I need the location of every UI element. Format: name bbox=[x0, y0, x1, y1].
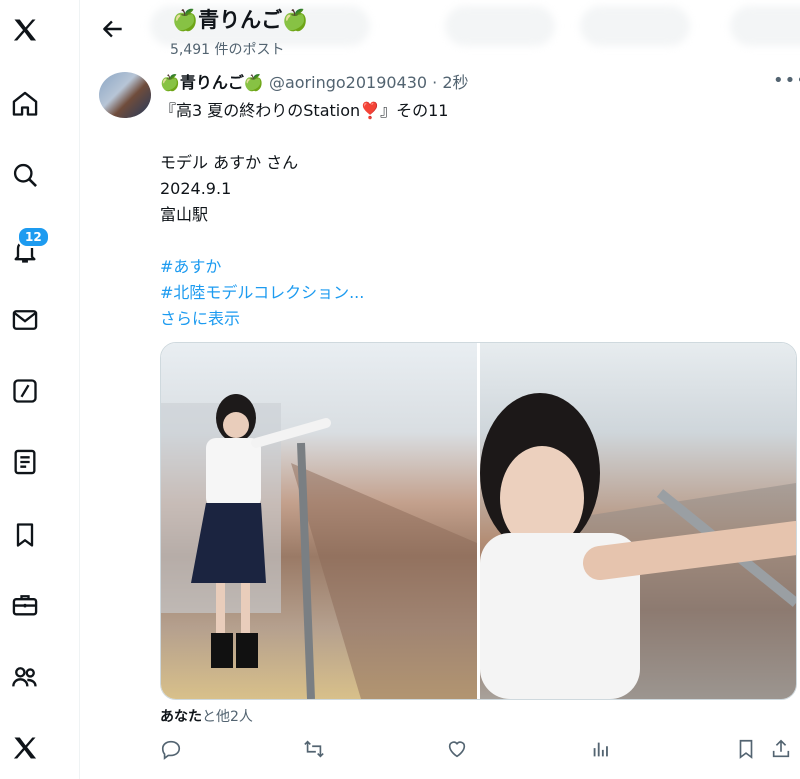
bookmark-icon[interactable] bbox=[735, 738, 759, 762]
back-arrow-icon[interactable] bbox=[100, 16, 126, 42]
reply-icon[interactable] bbox=[160, 738, 184, 762]
more-options-icon[interactable]: ••• bbox=[773, 70, 800, 91]
page-title: 🍏青りんご🍏 bbox=[172, 8, 309, 32]
messages-icon[interactable] bbox=[10, 305, 40, 335]
header-blur bbox=[730, 6, 800, 46]
sidebar-divider bbox=[79, 0, 80, 779]
author-handle-time[interactable]: @aoringo20190430 · 2秒 bbox=[269, 73, 469, 92]
hashtag-link[interactable]: #あすか bbox=[160, 254, 448, 280]
hashtag-link[interactable]: #北陸モデルコレクション... bbox=[160, 280, 448, 306]
tweet-photo[interactable] bbox=[161, 343, 477, 699]
jobs-icon[interactable] bbox=[10, 590, 40, 620]
avatar[interactable] bbox=[99, 72, 151, 118]
sidebar: 12 bbox=[0, 0, 50, 779]
author-name[interactable]: 🍏青りんご🍏 bbox=[160, 73, 264, 92]
post-count: 5,491 件のポスト bbox=[170, 42, 285, 58]
tweet-line bbox=[160, 124, 448, 150]
header-blur bbox=[445, 6, 555, 46]
tweet-line: 2024.9.1 bbox=[160, 179, 232, 198]
bookmarks-icon[interactable] bbox=[10, 520, 40, 550]
search-icon[interactable] bbox=[10, 160, 40, 190]
tweet-actions bbox=[160, 738, 800, 766]
lists-icon[interactable] bbox=[10, 447, 40, 477]
grok-icon[interactable] bbox=[10, 376, 40, 406]
tweet-line bbox=[160, 228, 448, 254]
notification-badge: 12 bbox=[17, 226, 50, 248]
liked-by-you: あなた bbox=[160, 709, 202, 725]
tweet-line: 富山駅 bbox=[160, 205, 209, 224]
tweet-author: 🍏青りんご🍏 @aoringo20190430 · 2秒 bbox=[160, 69, 469, 93]
tweet-photo[interactable] bbox=[480, 343, 796, 699]
tweet-body: 『高3 夏の終わりのStation❣️』その11 モデル あすか さん 2024… bbox=[160, 98, 448, 332]
profile-header: 🍏青りんご🍏 5,491 件のポスト bbox=[80, 0, 800, 64]
tweet-line: モデル あすか さん bbox=[160, 153, 299, 172]
liked-by-others: と他2人 bbox=[202, 709, 253, 725]
tweet-line: 『高3 夏の終わりのStation❣️』その11 bbox=[160, 101, 449, 120]
show-more-link[interactable]: さらに表示 bbox=[160, 306, 448, 332]
share-icon[interactable] bbox=[770, 738, 794, 762]
communities-icon[interactable] bbox=[10, 662, 40, 692]
home-icon[interactable] bbox=[10, 89, 40, 119]
tweet-media bbox=[160, 342, 797, 700]
x-logo-icon[interactable] bbox=[10, 15, 40, 45]
views-icon[interactable] bbox=[590, 738, 614, 762]
repost-icon[interactable] bbox=[303, 738, 327, 762]
header-blur bbox=[580, 6, 690, 46]
premium-icon[interactable] bbox=[10, 733, 40, 763]
like-icon[interactable] bbox=[446, 738, 470, 762]
liked-by[interactable]: あなたと他2人 bbox=[160, 706, 253, 726]
